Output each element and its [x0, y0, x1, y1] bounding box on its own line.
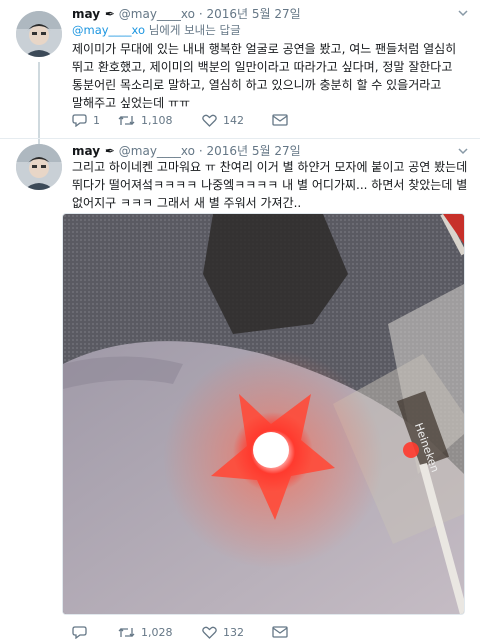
reply-icon [72, 114, 87, 127]
avatar-image [16, 11, 62, 57]
avatar[interactable] [16, 11, 62, 57]
direct-message-button[interactable] [272, 626, 288, 638]
display-name[interactable]: may [72, 144, 100, 158]
envelope-icon [272, 626, 288, 638]
reply-icon [72, 626, 87, 639]
reply-count: 1 [93, 113, 100, 127]
separator: · [198, 7, 203, 21]
chevron-down-icon[interactable] [458, 8, 468, 18]
avatar-image [16, 144, 62, 190]
tweet-text: 제이미가 무대에 있는 내내 행복한 얼굴로 공연을 봤고, 여느 팬들처럼 열… [72, 42, 457, 110]
user-handle[interactable]: @may____xo [119, 7, 195, 21]
reply-button[interactable]: 1 [72, 113, 118, 127]
like-button[interactable]: 142 [202, 114, 272, 127]
tweet-header: may ✒ @may____xo · 2016년 5월 27일 [72, 142, 301, 159]
retweet-count: 1,108 [141, 113, 173, 127]
direct-message-button[interactable] [272, 114, 288, 126]
reply-button[interactable] [72, 625, 118, 639]
reply-to-link[interactable]: @may____xo [72, 23, 145, 37]
chevron-down-icon[interactable] [458, 146, 468, 156]
like-count: 132 [223, 625, 244, 639]
tweet-header: may ✒ @may____xo · 2016년 5월 27일 [72, 5, 301, 22]
reply-context: @may____xo 님에게 보내는 답글 [72, 22, 241, 38]
display-name[interactable]: may [72, 7, 100, 21]
retweet-icon [118, 115, 135, 125]
tweet-date[interactable]: 2016년 5월 27일 [206, 7, 300, 21]
retweet-button[interactable]: 1,028 [118, 626, 202, 639]
retweet-count: 1,028 [141, 625, 173, 639]
envelope-icon [272, 114, 288, 126]
thread-connector [38, 62, 40, 144]
heart-icon [202, 626, 217, 639]
pen-icon: ✒ [104, 144, 115, 158]
retweet-button[interactable]: 1,108 [118, 114, 202, 127]
tweet-date[interactable]: 2016년 5월 27일 [206, 144, 300, 158]
tweet-text: 그리고 하이네켄 고마워요 ㅠ 찬여리 이거 별 하얀거 모자에 붙이고 공연 … [72, 160, 468, 210]
tweet-1[interactable]: may ✒ @may____xo · 2016년 5월 27일 @may____… [0, 0, 480, 144]
retweet-icon [118, 627, 135, 637]
like-count: 142 [223, 113, 244, 127]
heart-icon [202, 114, 217, 127]
tweet-actions: 1,028 132 [72, 625, 288, 639]
reply-to-suffix: 님에게 보내는 답글 [145, 23, 241, 37]
separator: · [198, 144, 203, 158]
pen-icon: ✒ [104, 7, 115, 21]
tweet-photo[interactable]: Heineken [62, 213, 465, 615]
photo-image: Heineken [63, 214, 464, 614]
like-button[interactable]: 132 [202, 626, 272, 639]
tweet-actions: 1 1,108 142 [72, 113, 288, 127]
user-handle[interactable]: @may____xo [119, 144, 195, 158]
avatar[interactable] [16, 144, 62, 190]
